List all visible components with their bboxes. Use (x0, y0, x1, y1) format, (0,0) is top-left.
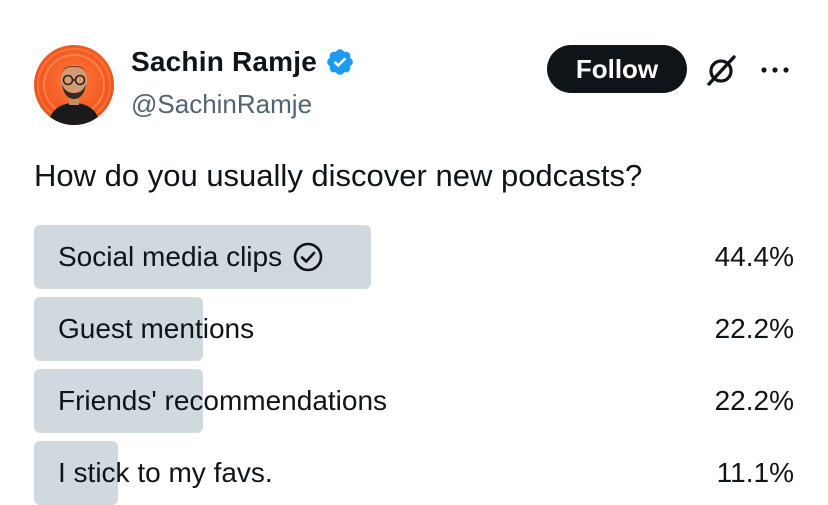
check-circle-icon (292, 241, 324, 273)
avatar[interactable] (34, 45, 114, 125)
more-icon[interactable] (758, 58, 792, 82)
poll-option: Guest mentions 22.2% (34, 297, 794, 361)
poll-option-percent: 44.4% (714, 241, 794, 272)
poll-option: Friends' recommendations 22.2% (34, 369, 794, 433)
poll-option-label-row: Guest mentions (58, 297, 254, 361)
poll-option-label: Social media clips (58, 241, 283, 272)
poll-option-label: Guest mentions (58, 313, 255, 344)
verified-badge-icon (325, 47, 355, 77)
poll-option-percent: 22.2% (714, 385, 794, 416)
poll-option-percent: 11.1% (716, 457, 794, 488)
poll-option-label-row: Friends' recommendations (58, 369, 387, 433)
poll-option: I stick to my favs. 11.1% (34, 441, 794, 505)
poll-option-percent: 22.2% (714, 313, 794, 344)
poll-option-label-row: Social media clips (58, 225, 324, 289)
avatar-image (37, 48, 111, 125)
poll-question: How do you usually discover new podcasts… (34, 158, 643, 193)
poll-option: Social media clips 44.4% (34, 225, 794, 289)
poll-option-label: Friends' recommendations (58, 385, 388, 416)
author-handle[interactable]: @SachinRamje (131, 89, 312, 120)
poll-option-label: I stick to my favs. (58, 457, 273, 488)
follow-button[interactable]: Follow (547, 45, 687, 93)
author-name[interactable]: Sachin Ramje (131, 46, 317, 78)
author-name-row[interactable]: Sachin Ramje (131, 46, 355, 78)
grok-icon[interactable] (703, 52, 739, 88)
poll-option-label-row: I stick to my favs. (58, 441, 273, 505)
